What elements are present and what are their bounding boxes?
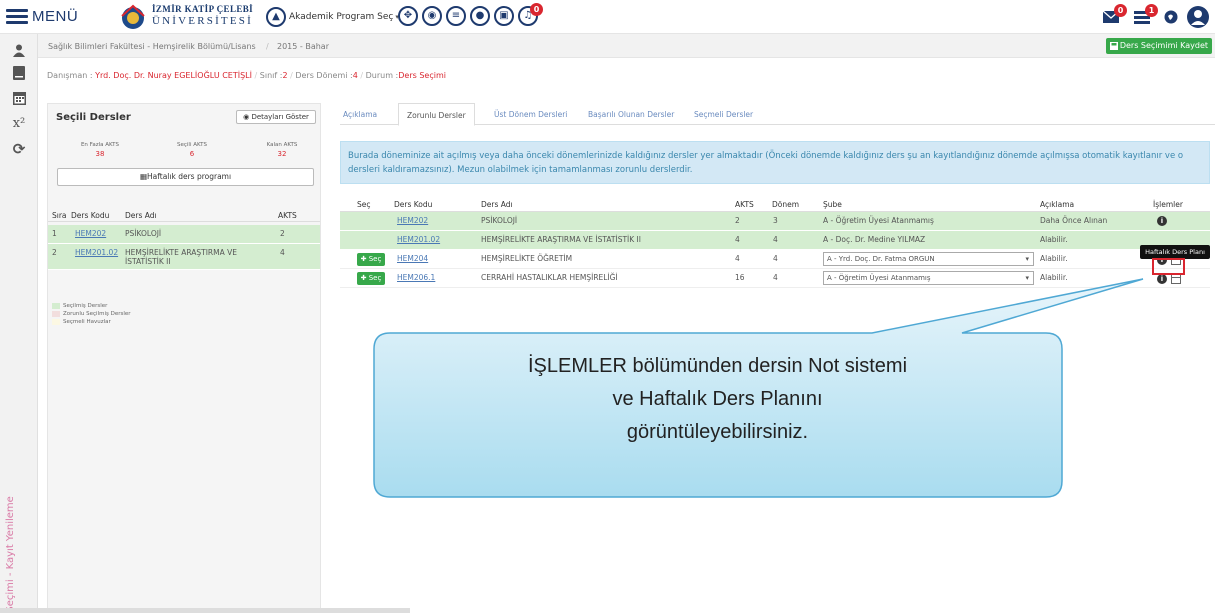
horizontal-scrollbar[interactable]	[0, 608, 410, 613]
callout-text: İŞLEMLER bölümünden dersin Not sistemi v…	[527, 355, 908, 443]
callout-bubble	[373, 278, 1144, 498]
